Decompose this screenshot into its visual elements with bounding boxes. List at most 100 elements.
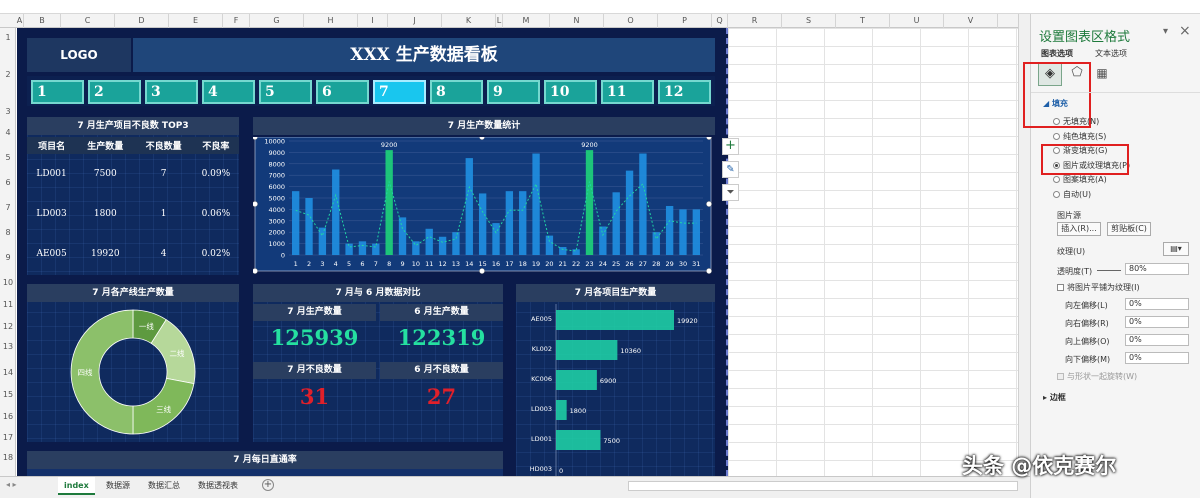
month-button-11[interactable]: 11 [601,80,654,104]
month-button-6[interactable]: 6 [316,80,369,104]
resize-handle[interactable] [479,268,485,274]
column-header[interactable]: A [16,14,24,28]
month-button-1[interactable]: 1 [31,80,84,104]
row-header[interactable]: 16 [0,412,16,421]
offset-up-input[interactable]: 0% [1125,334,1189,346]
fill-option[interactable]: 图案填充(A) [1053,174,1107,185]
bar[interactable] [679,209,687,255]
transparency-slider[interactable] [1097,270,1121,271]
tab-scroll-arrows[interactable]: ◂ ▸ [6,480,17,489]
bar[interactable] [385,150,393,255]
month-button-5[interactable]: 5 [259,80,312,104]
transparency-input[interactable]: 80% [1125,263,1189,275]
bar[interactable] [545,235,554,255]
column-header[interactable]: G [250,14,304,28]
resize-handle[interactable] [706,268,712,274]
bar[interactable] [612,192,620,255]
row-header[interactable]: 9 [0,253,16,262]
border-section-header[interactable]: ▸ 边框 [1043,392,1066,403]
bar[interactable] [585,150,594,255]
empty-cell-grid[interactable] [728,28,1018,476]
fill-radio[interactable] [1053,176,1060,183]
row-header[interactable]: 12 [0,322,16,331]
row-header[interactable]: 2 [0,70,16,79]
column-header[interactable]: P [658,14,712,28]
row-header[interactable]: 10 [0,278,16,287]
fill-radio[interactable] [1053,190,1060,198]
pane-dropdown-icon[interactable]: ▾ [1163,26,1168,37]
bar[interactable] [519,191,527,255]
bar[interactable] [372,243,380,255]
bar[interactable] [305,198,313,255]
chart-styles-brush-icon[interactable]: ✎ [722,161,739,178]
row-header[interactable]: 1 [0,33,16,42]
insert-button[interactable]: 插入(R)... [1057,222,1101,236]
bar[interactable] [639,153,647,255]
column-header[interactable]: V [944,14,998,28]
chart-filter-icon[interactable]: ⏷ [722,184,739,201]
column-header[interactable]: C [61,14,115,28]
sheet-tab[interactable]: 数据透视表 [192,477,244,495]
bar[interactable] [478,193,487,255]
row-header[interactable]: 3 [0,107,16,116]
month-button-9[interactable]: 9 [487,80,540,104]
resize-handle[interactable] [253,268,258,274]
resize-handle[interactable] [706,201,712,207]
column-header[interactable]: M [503,14,550,28]
rotate-checkbox-box[interactable] [1057,373,1064,380]
column-header[interactable]: E [169,14,223,28]
bar[interactable] [332,169,340,256]
row-header[interactable]: 17 [0,433,16,442]
resize-handle[interactable] [253,201,258,207]
column-header[interactable]: Q [712,14,728,28]
column-header[interactable]: B [24,14,61,28]
sheet-tab[interactable]: 数据源 [100,477,136,495]
column-header[interactable]: T [836,14,890,28]
offset-down-input[interactable]: 0% [1125,352,1189,364]
tile-checkbox-box[interactable] [1057,284,1064,291]
column-header[interactable]: S [782,14,836,28]
bar[interactable] [559,247,567,255]
production-chart-panel[interactable]: 7 月生产数量统计 0 1000 2000 3000 4000 5000 6000 7000 8… [253,117,715,275]
rotate-checkbox[interactable]: 与形状一起旋转(W) [1057,371,1137,382]
column-header[interactable]: L [496,14,503,28]
bar[interactable] [465,158,473,255]
bar[interactable] [652,232,660,255]
column-header[interactable]: K [442,14,496,28]
bar[interactable] [625,170,634,255]
column-header[interactable]: F [223,14,250,28]
add-sheet-button[interactable]: + [262,479,274,491]
bar[interactable] [412,241,420,255]
row-header[interactable]: 13 [0,342,16,351]
tab-chart-options[interactable]: 图表选项 [1041,48,1073,59]
row-header[interactable]: 7 [0,203,16,212]
fill-radio[interactable] [1053,132,1060,140]
month-button-7[interactable]: 7 [373,80,426,104]
bar[interactable] [665,205,674,255]
offset-right-input[interactable]: 0% [1125,316,1189,328]
pane-close-icon[interactable]: × [1179,23,1191,39]
fill-radio[interactable] [1053,118,1060,125]
horizontal-scrollbar[interactable] [628,481,1018,491]
bar[interactable] [438,236,447,255]
bar[interactable] [692,209,700,255]
column-header[interactable]: D [115,14,169,28]
row-header[interactable]: 8 [0,228,16,237]
size-properties-icon[interactable]: ▦ [1091,62,1113,86]
bar[interactable] [358,241,367,255]
bar[interactable] [572,249,580,255]
row-header[interactable]: 11 [0,300,16,309]
offset-left-input[interactable]: 0% [1125,298,1189,310]
row-header[interactable]: 5 [0,153,16,162]
month-button-12[interactable]: 12 [658,80,711,104]
bar[interactable] [425,228,433,255]
fill-section-header[interactable]: ◢ 填充 [1043,98,1068,109]
production-bar-chart[interactable]: 0 1000 2000 3000 4000 5000 6000 7000 8000 9000 100… [253,137,715,277]
tab-text-options[interactable]: 文本选项 [1095,48,1127,59]
row-header[interactable]: 18 [0,453,16,462]
column-header[interactable]: H [304,14,358,28]
column-header[interactable]: U [890,14,944,28]
sheet-tab[interactable]: 数据汇总 [142,477,186,495]
column-header[interactable]: J [388,14,442,28]
row-header[interactable]: 14 [0,368,16,377]
